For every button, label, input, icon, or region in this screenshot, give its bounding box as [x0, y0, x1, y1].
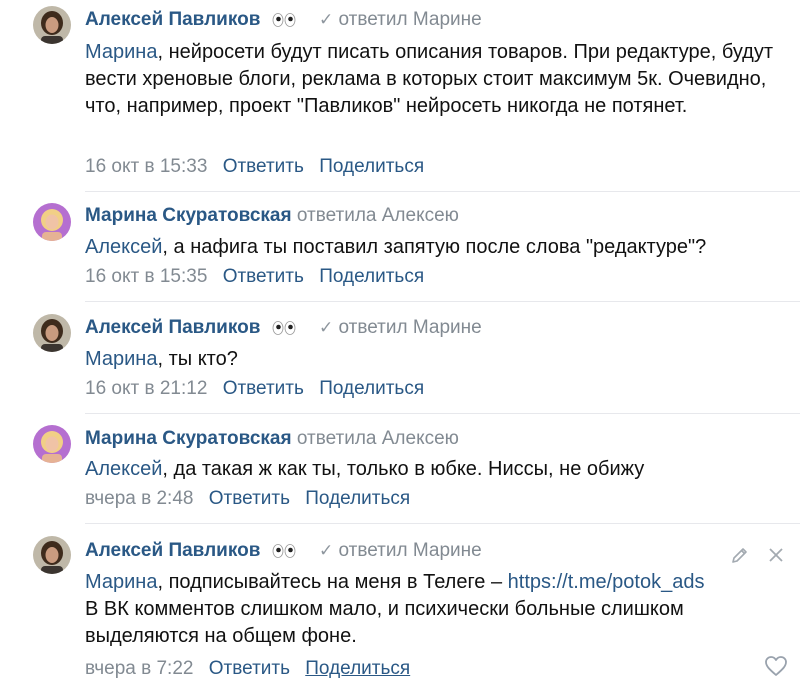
- eyes-emoji-icon: [272, 321, 296, 335]
- reply-arrow-icon: ✓: [318, 318, 334, 337]
- mention-link[interactable]: Алексей: [85, 458, 162, 480]
- mention-link[interactable]: Марина: [85, 571, 157, 593]
- reply-to-label[interactable]: ответил Марине: [339, 317, 482, 338]
- reply-button[interactable]: Ответить: [209, 658, 290, 679]
- avatar[interactable]: [33, 6, 71, 44]
- avatar-photo-marina: [33, 203, 71, 241]
- comment-meta: 16 окт в 15:33 Ответить Поделиться: [85, 155, 424, 179]
- eyes-emoji-icon: [272, 13, 296, 27]
- telegram-link[interactable]: https://t.me/potok_ads: [508, 571, 705, 593]
- comment-header: Алексей Павликов ✓ ответил Марине: [85, 8, 482, 32]
- comment-header: Алексей Павликов ✓ ответил Марине: [85, 316, 482, 340]
- share-button[interactable]: Поделиться: [305, 488, 410, 509]
- comment-text-content: , а нафига ты поставил запятую после сло…: [162, 236, 707, 258]
- edit-pencil-icon[interactable]: [730, 545, 750, 565]
- divider: [85, 523, 800, 524]
- reply-button[interactable]: Ответить: [223, 156, 304, 177]
- avatar[interactable]: [33, 425, 71, 463]
- mention-link[interactable]: Марина: [85, 348, 157, 370]
- comment-text: Алексей, а нафига ты поставил запятую по…: [85, 234, 785, 261]
- comment-date[interactable]: 16 окт в 15:33: [85, 156, 207, 177]
- eyes-emoji-icon: [272, 544, 296, 558]
- author-name[interactable]: Алексей Павликов: [85, 9, 260, 30]
- avatar-photo-alexey: [33, 536, 71, 574]
- divider: [85, 191, 800, 192]
- comment-text-before-link: , подписывайтесь на меня в Телеге –: [157, 571, 508, 593]
- author-name[interactable]: Марина Скуратовская: [85, 205, 292, 226]
- avatar-photo-alexey: [33, 6, 71, 44]
- comment-text: Марина, ты кто?: [85, 346, 785, 373]
- reply-arrow-icon: ✓: [318, 10, 334, 29]
- mention-link[interactable]: Алексей: [85, 236, 162, 258]
- divider: [85, 301, 800, 302]
- share-button[interactable]: Поделиться: [319, 266, 424, 287]
- comment-text-content: , нейросети будут писать описания товаро…: [85, 41, 774, 117]
- mention-link[interactable]: Марина: [85, 41, 157, 63]
- comment-text: Алексей, да такая ж как ты, только в юбк…: [85, 456, 785, 483]
- comment-text-after-link: В ВК комментов слишком мало, и психическ…: [85, 598, 684, 647]
- reply-arrow-icon: ✓: [318, 541, 334, 560]
- reply-to-label[interactable]: ответила Алексею: [297, 428, 459, 449]
- comment-meta: вчера в 2:48 Ответить Поделиться: [85, 487, 410, 511]
- divider: [85, 413, 800, 414]
- author-name[interactable]: Алексей Павликов: [85, 317, 260, 338]
- reply-button[interactable]: Ответить: [223, 378, 304, 399]
- comment-text: Марина, подписывайтесь на меня в Телеге …: [85, 569, 785, 650]
- avatar[interactable]: [33, 314, 71, 352]
- avatar[interactable]: [33, 536, 71, 574]
- delete-close-icon[interactable]: [766, 545, 786, 565]
- comment-date[interactable]: вчера в 7:22: [85, 658, 193, 679]
- comment-text-content: , да такая ж как ты, только в юбке. Нисс…: [162, 458, 645, 480]
- author-name[interactable]: Марина Скуратовская: [85, 428, 292, 449]
- avatar[interactable]: [33, 203, 71, 241]
- reply-to-label[interactable]: ответил Марине: [339, 9, 482, 30]
- share-button[interactable]: Поделиться: [319, 156, 424, 177]
- share-button[interactable]: Поделиться: [319, 378, 424, 399]
- avatar-photo-marina: [33, 425, 71, 463]
- reply-to-label[interactable]: ответила Алексею: [297, 205, 459, 226]
- comment-tools: [730, 545, 790, 567]
- comment-date[interactable]: 16 окт в 21:12: [85, 378, 207, 399]
- comment-date[interactable]: вчера в 2:48: [85, 488, 193, 509]
- avatar-photo-alexey: [33, 314, 71, 352]
- comment-meta: вчера в 7:22 Ответить Поделиться: [85, 657, 410, 681]
- comment-date[interactable]: 16 окт в 15:35: [85, 266, 207, 287]
- author-name[interactable]: Алексей Павликов: [85, 540, 260, 561]
- like-heart-icon[interactable]: [764, 655, 788, 677]
- reply-button[interactable]: Ответить: [223, 266, 304, 287]
- comment-text-content: , ты кто?: [157, 348, 238, 370]
- comment-header: Марина Скуратовская ответила Алексею: [85, 427, 459, 451]
- share-button[interactable]: Поделиться: [305, 658, 410, 679]
- comment-header: Алексей Павликов ✓ ответил Марине: [85, 539, 482, 563]
- comment-text: Марина, нейросети будут писать описания …: [85, 39, 785, 120]
- comment-meta: 16 окт в 21:12 Ответить Поделиться: [85, 377, 424, 401]
- comment-header: Марина Скуратовская ответила Алексею: [85, 204, 459, 228]
- comment-meta: 16 окт в 15:35 Ответить Поделиться: [85, 265, 424, 289]
- reply-button[interactable]: Ответить: [209, 488, 290, 509]
- reply-to-label[interactable]: ответил Марине: [339, 540, 482, 561]
